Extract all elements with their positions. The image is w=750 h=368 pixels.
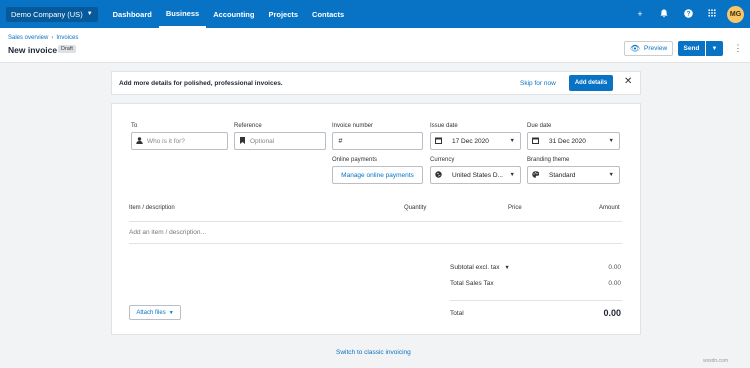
page-title: New invoice (8, 45, 58, 55)
top-navigation: Demo Company (US) ▼ Dashboard Business A… (0, 0, 750, 28)
nav-business[interactable]: Business (158, 0, 207, 28)
main-nav: Dashboard Business Accounting Projects C… (106, 0, 352, 28)
nav-actions: + ? MG (621, 0, 744, 28)
avatar[interactable]: MG (727, 5, 744, 23)
add-item-input[interactable]: Add an item / description... (129, 229, 206, 236)
hash-icon: # (338, 137, 343, 145)
currency-select[interactable]: United States D... ▼ (430, 166, 521, 184)
plus-icon[interactable]: + (635, 9, 645, 19)
switch-to-classic-link[interactable]: Switch to classic invoicing (336, 349, 411, 356)
nav-dashboard[interactable]: Dashboard (106, 0, 159, 28)
breadcrumb-sales-overview[interactable]: Sales overview (8, 35, 48, 41)
to-label: To (131, 123, 138, 129)
send-options-button[interactable]: ▼ (706, 41, 723, 56)
total-sales-tax-label: Total Sales Tax (450, 280, 494, 287)
chevron-down-icon: ▼ (608, 138, 614, 144)
eye-icon: 👁 (629, 44, 641, 53)
issue-date-label: Issue date (430, 123, 458, 129)
total-value: 0.00 (603, 308, 621, 318)
issue-date-value: 17 Dec 2020 (452, 137, 489, 145)
svg-text:?: ? (686, 10, 690, 17)
more-options-button[interactable]: ⋮ (733, 41, 743, 56)
skip-for-now-link[interactable]: Skip for now (520, 80, 556, 87)
currency-label: Currency (430, 157, 455, 163)
subtotal-dropdown[interactable]: Subtotal excl. tax ▼ (450, 264, 510, 271)
breadcrumb-invoices[interactable]: Invoices (56, 35, 78, 41)
table-divider (129, 243, 622, 244)
invoice-number-field[interactable]: # (332, 132, 423, 150)
globe-icon (431, 170, 446, 180)
reference-placeholder: Optional (250, 137, 275, 145)
close-icon[interactable]: ✕ (624, 76, 632, 87)
calendar-icon (431, 137, 446, 146)
to-field[interactable]: Who is it for? (131, 132, 228, 150)
total-sales-tax-value: 0.00 (608, 280, 621, 287)
chevron-down-icon: ▼ (509, 138, 515, 144)
preview-button[interactable]: 👁 Preview (624, 41, 673, 56)
invoice-number-label: Invoice number (332, 123, 374, 129)
branding-theme-value: Standard (549, 171, 576, 179)
chevron-down-icon: ▼ (711, 45, 718, 52)
watermark: wsxdn.com (703, 358, 729, 364)
column-amount: Amount (599, 205, 620, 211)
org-switcher[interactable]: Demo Company (US) ▼ (6, 6, 98, 22)
calendar-icon (528, 137, 543, 146)
reference-label: Reference (234, 123, 262, 129)
online-payments-label: Online payments (332, 157, 378, 163)
due-date-value: 31 Dec 2020 (549, 137, 586, 145)
bookmark-icon (235, 136, 250, 146)
reference-field[interactable]: Optional (234, 132, 326, 150)
nav-projects[interactable]: Projects (261, 0, 305, 28)
due-date-field[interactable]: 31 Dec 2020 ▼ (527, 132, 620, 150)
attach-files-label: Attach files (136, 309, 166, 316)
chevron-down-icon: ▼ (168, 309, 174, 316)
column-quantity: Quantity (404, 205, 427, 211)
add-details-button[interactable]: Add details (569, 75, 613, 91)
status-badge: Draft (58, 45, 76, 53)
chevron-down-icon: ▼ (509, 172, 515, 178)
help-icon[interactable]: ? (683, 8, 693, 20)
issue-date-field[interactable]: 17 Dec 2020 ▼ (430, 132, 521, 150)
org-name: Demo Company (US) (11, 9, 83, 19)
chevron-down-icon: ▼ (86, 11, 93, 17)
summary-divider (450, 300, 622, 301)
banner-message: Add more details for polished, professio… (119, 80, 283, 87)
nav-accounting[interactable]: Accounting (206, 0, 261, 28)
preview-label: Preview (644, 45, 668, 52)
due-date-label: Due date (527, 123, 552, 129)
table-divider (129, 221, 622, 222)
bell-icon[interactable] (659, 9, 669, 20)
to-placeholder: Who is it for? (147, 137, 185, 145)
chevron-down-icon: ▼ (504, 265, 510, 271)
grid-icon[interactable] (707, 9, 717, 19)
person-icon (132, 136, 147, 146)
currency-value: United States D... (452, 171, 503, 179)
breadcrumb: Sales overview › Invoices (8, 35, 78, 41)
subtotal-label: Subtotal excl. tax (450, 264, 500, 271)
subtotal-value: 0.00 (608, 264, 621, 271)
column-item-description: Item / description (129, 205, 175, 211)
attach-files-button[interactable]: Attach files ▼ (129, 305, 181, 320)
palette-icon (528, 170, 543, 180)
send-button[interactable]: Send (678, 41, 705, 56)
chevron-down-icon: ▼ (608, 172, 614, 178)
branding-theme-select[interactable]: Standard ▼ (527, 166, 620, 184)
breadcrumb-separator: › (51, 35, 54, 41)
column-price: Price (508, 205, 522, 211)
details-banner: Add more details for polished, professio… (111, 71, 641, 95)
manage-online-payments-button[interactable]: Manage online payments (332, 166, 423, 184)
branding-theme-label: Branding theme (527, 157, 570, 163)
total-label: Total (450, 310, 464, 317)
nav-contacts[interactable]: Contacts (305, 0, 351, 28)
